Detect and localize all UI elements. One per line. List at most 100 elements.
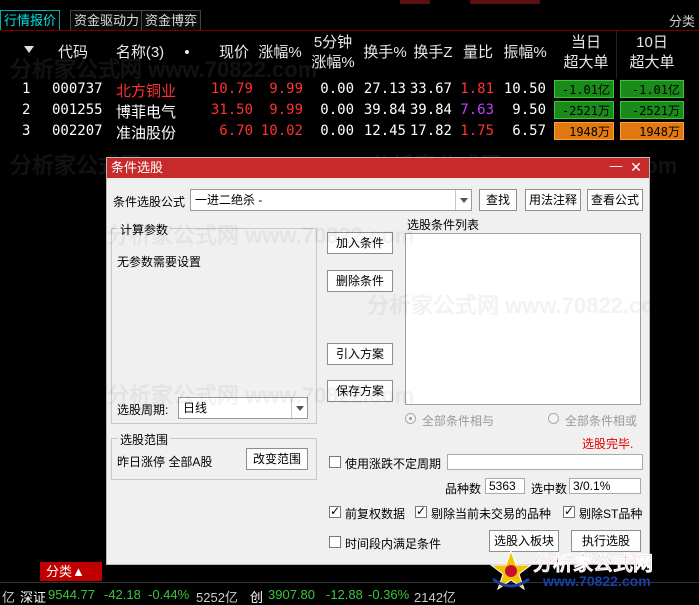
- status-fragment: 亿: [2, 590, 16, 605]
- col-dot: •: [184, 44, 190, 61]
- stock-name: 博菲电气: [116, 103, 177, 121]
- logo-url: www.70822.com: [543, 573, 651, 589]
- row-index: 2: [22, 102, 31, 118]
- count-label: 品种数: [445, 482, 482, 496]
- index2-change: -12.88: [326, 587, 363, 602]
- today-super-large: 1948万: [554, 122, 614, 140]
- exclude-st-checkbox[interactable]: [563, 504, 575, 518]
- period-value: 日线: [183, 401, 208, 415]
- exclude-untraded-label: 剔除当前未交易的品种: [431, 507, 552, 521]
- calc-params-title: 计算参数: [118, 221, 171, 238]
- period-label: 选股周期:: [117, 403, 169, 417]
- radio-and[interactable]: [405, 413, 416, 424]
- sort-arrow-icon[interactable]: [24, 46, 34, 53]
- no-params-text: 无参数需要设置: [117, 255, 202, 269]
- stock-code: 002207: [52, 123, 103, 139]
- range-title: 选股范围: [118, 431, 171, 448]
- condition-list-label: 选股条件列表: [407, 218, 480, 232]
- view-formula-button[interactable]: 查看公式: [587, 189, 643, 211]
- usage-button[interactable]: 用法注释: [525, 189, 581, 211]
- today-super-large: -1.01亿: [554, 80, 614, 98]
- logo-text: 分析家公式网: [533, 553, 654, 576]
- amplitude: 9.50: [512, 102, 546, 118]
- close-icon[interactable]: ✕: [629, 160, 643, 174]
- index2-name[interactable]: 创: [250, 587, 263, 605]
- selected-value: 3/0.1%: [569, 478, 641, 494]
- tab-fund-drive[interactable]: 资金驱动力: [70, 10, 144, 30]
- dialog-title[interactable]: 条件选股: [107, 158, 649, 178]
- stock-name: 准油股份: [116, 124, 177, 142]
- col-code[interactable]: 代码: [56, 43, 90, 62]
- uncertain-period-label: 使用涨跌不定周期: [345, 457, 442, 471]
- table-header: 代码 名称(3) • 现价 涨幅% 5分钟 涨幅% 换手% 换手Z 量比 振幅%…: [0, 31, 699, 79]
- index-name[interactable]: 深证: [20, 587, 46, 605]
- minimize-icon[interactable]: —: [609, 159, 623, 174]
- condition-list[interactable]: [405, 233, 641, 405]
- star-logo-icon: [489, 549, 533, 591]
- prefq-checkbox[interactable]: [329, 504, 341, 518]
- row-index: 3: [22, 123, 31, 139]
- col-10d-1[interactable]: 10日: [622, 33, 682, 52]
- index-change: -42.18: [104, 587, 141, 602]
- stock-name: 北方铜业: [116, 82, 177, 100]
- amplitude: 10.50: [503, 81, 546, 97]
- stock-code: 001255: [52, 102, 103, 118]
- add-condition-button[interactable]: 加入条件: [327, 232, 393, 254]
- formula-select[interactable]: 一进二绝杀 -: [190, 189, 472, 211]
- col-today-2[interactable]: 超大单: [556, 53, 616, 72]
- index2-value: 3907.80: [268, 587, 315, 602]
- change-5min: 0.00: [320, 123, 354, 139]
- period-select[interactable]: 日线: [178, 397, 308, 419]
- condition-select-dialog: 条件选股 — ✕ 条件选股公式 一进二绝杀 - 查找 用法注释 查看公式 计算参…: [106, 157, 674, 565]
- save-plan-button[interactable]: 保存方案: [327, 380, 393, 402]
- exclude-untraded-checkbox[interactable]: [415, 504, 427, 518]
- radio-or[interactable]: [548, 413, 559, 424]
- table-row[interactable]: 2 001255 博菲电气 31.50 9.99 0.00 39.84 39.8…: [0, 100, 699, 121]
- col-name[interactable]: 名称(3): [112, 43, 168, 62]
- table-row[interactable]: 3 002207 准油股份 6.70 10.02 0.00 12.45 17.8…: [0, 121, 699, 142]
- tenday-super-large: -2521万: [620, 101, 684, 119]
- formula-value: 一进二绝杀 -: [195, 193, 263, 207]
- col-turnover-z[interactable]: 换手Z: [410, 43, 456, 62]
- today-super-large: -2521万: [554, 101, 614, 119]
- range-value: 昨日涨停 全部A股: [117, 455, 213, 469]
- change-range-button[interactable]: 改变范围: [246, 448, 308, 470]
- exclude-st-label: 剔除ST品种: [579, 507, 643, 521]
- col-change[interactable]: 涨幅%: [256, 43, 304, 62]
- count-value: 5363: [485, 478, 525, 494]
- col-turnover[interactable]: 换手%: [360, 43, 410, 62]
- period-match-checkbox[interactable]: [329, 536, 341, 548]
- index-pct: -0.44%: [148, 587, 190, 602]
- col-today-1[interactable]: 当日: [556, 33, 616, 52]
- chevron-down-icon[interactable]: [455, 190, 471, 210]
- col-amplitude[interactable]: 振幅%: [500, 43, 550, 62]
- volume-ratio: 1.81: [460, 81, 494, 97]
- tenday-super-large: 1948万: [620, 122, 684, 140]
- import-plan-button[interactable]: 引入方案: [327, 343, 393, 365]
- category-button[interactable]: 分类▲: [40, 562, 102, 581]
- category-label[interactable]: 分类: [669, 11, 695, 30]
- formula-label: 条件选股公式: [113, 195, 186, 209]
- find-button[interactable]: 查找: [479, 189, 517, 211]
- prefq-label: 前复权数据: [345, 507, 406, 521]
- index2-pct: -0.36%: [368, 587, 410, 602]
- tab-quotes[interactable]: 行情报价: [0, 10, 61, 30]
- col-price[interactable]: 现价: [214, 43, 254, 62]
- tab-fund-game[interactable]: 资金博弈: [141, 10, 202, 30]
- col-volume-ratio[interactable]: 量比: [458, 43, 498, 62]
- tab-bar: 行情报价 资金驱动力 资金博弈 分类: [0, 8, 699, 31]
- range-group: 选股范围 昨日涨停 全部A股 改变范围: [111, 431, 317, 480]
- col-5min-1[interactable]: 5分钟: [309, 33, 357, 52]
- change-5min: 0.00: [320, 81, 354, 97]
- col-5min-2[interactable]: 涨幅%: [309, 53, 357, 72]
- calc-params-group: 计算参数 无参数需要设置 选股周期: 日线: [111, 221, 317, 424]
- uncertain-period-checkbox[interactable]: [329, 456, 341, 468]
- table-row[interactable]: 1 000737 北方铜业 10.79 9.99 0.00 27.13 33.6…: [0, 79, 699, 100]
- site-logo: 分析家公式网 www.70822.com: [487, 543, 689, 599]
- stock-code: 000737: [52, 81, 103, 97]
- col-10d-2[interactable]: 超大单: [622, 53, 682, 72]
- uncertain-period-input[interactable]: [447, 454, 643, 470]
- delete-condition-button[interactable]: 删除条件: [327, 270, 393, 292]
- chevron-down-icon[interactable]: [291, 398, 307, 418]
- period-match-label: 时间段内满足条件: [345, 537, 442, 551]
